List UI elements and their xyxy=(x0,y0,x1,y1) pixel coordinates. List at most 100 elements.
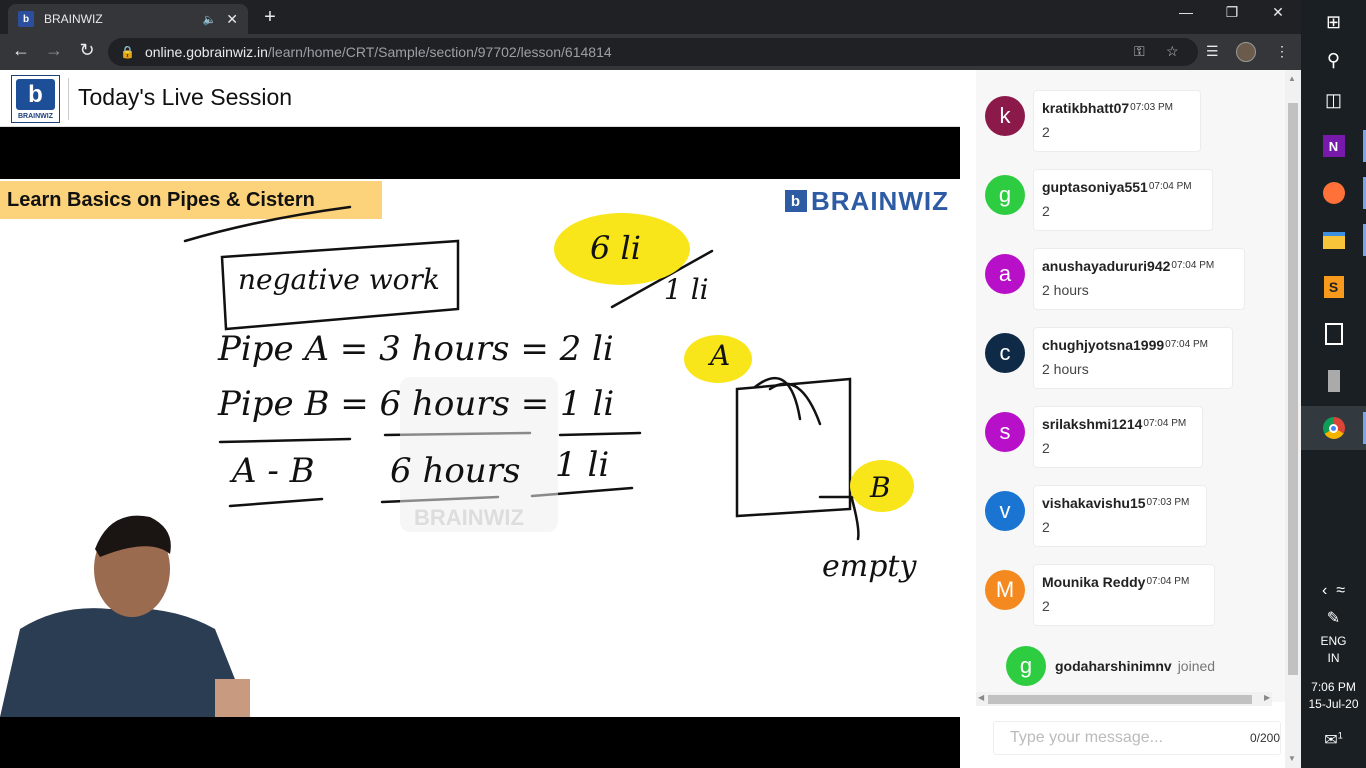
message-bubble: anushayadururi94207:04 PM 2 hours xyxy=(1033,248,1245,310)
browser-tab[interactable]: b BRAINWIZ 🔈 ✕ xyxy=(8,4,248,34)
file-explorer-icon[interactable] xyxy=(1301,218,1366,262)
note-tank-b: B xyxy=(870,471,891,504)
menu-dots-icon[interactable]: ⋮ xyxy=(1275,43,1289,60)
scroll-left-icon[interactable]: ◀ xyxy=(978,693,984,702)
language-indicator-2[interactable]: IN xyxy=(1301,651,1366,665)
url-host: online.gobrainwiz.in xyxy=(144,44,268,60)
scroll-up-icon[interactable]: ▲ xyxy=(1288,74,1296,83)
chat-message: g guptasoniya55107:04 PM 2 xyxy=(976,169,1276,235)
sublime-icon[interactable]: S xyxy=(1301,265,1366,309)
scroll-thumb[interactable] xyxy=(1288,103,1298,675)
char-counter: 0/200 xyxy=(1250,731,1281,745)
avatar: g xyxy=(1006,646,1046,686)
message-text: 2 hours xyxy=(1042,282,1089,298)
chat-message: k kratikbhatt0707:03 PM 2 xyxy=(976,90,1276,156)
chrome-glyph xyxy=(1322,417,1345,439)
search-icon[interactable]: ⚲ xyxy=(1301,38,1366,82)
browser-tabbar: b BRAINWIZ 🔈 ✕ + — ❐ ✕ xyxy=(0,0,1301,34)
usb-drive-icon[interactable] xyxy=(1301,359,1366,403)
close-tab-icon[interactable]: ✕ xyxy=(226,11,238,28)
pen-icon[interactable]: ✎ xyxy=(1301,608,1366,628)
chat-message-input[interactable] xyxy=(993,721,1281,755)
url-path: /learn/home/CRT/Sample/section/97702/les… xyxy=(267,44,612,60)
firefox-glyph xyxy=(1322,182,1345,204)
page-title: Today's Live Session xyxy=(78,84,293,110)
message-bubble: kratikbhatt0707:03 PM 2 xyxy=(1033,90,1201,152)
live-video-player[interactable]: Learn Basics on Pipes & Cistern b BRAINW… xyxy=(0,127,960,768)
message-username: chughjyotsna1999 xyxy=(1042,337,1165,353)
watermark-text: BRAINWIZ xyxy=(414,505,524,530)
close-window-button[interactable]: ✕ xyxy=(1263,4,1293,21)
tab-title: BRAINWIZ xyxy=(44,12,103,26)
chat-messages[interactable]: g godaharshinimnv joined k kratikbhatt070… xyxy=(976,70,1288,702)
message-time: 07:04 PM xyxy=(1148,181,1192,192)
reload-icon[interactable]: ↻ xyxy=(75,40,99,61)
bookmark-star-icon[interactable]: ☆ xyxy=(1166,43,1179,60)
avatar: s xyxy=(985,412,1025,452)
media-control-icon[interactable]: ☰ xyxy=(1206,43,1219,60)
message-time: 07:04 PM xyxy=(1171,260,1215,271)
speaker-icon[interactable]: 🔈 xyxy=(203,13,217,26)
logo-mark: b xyxy=(16,79,55,110)
chat-horizontal-scrollbar[interactable]: ◀ ▶ xyxy=(976,692,1272,706)
show-hidden-icons-icon[interactable]: ‹ ≈ xyxy=(1301,582,1366,600)
note-cloud-under: 1 li xyxy=(664,273,709,306)
avatar: k xyxy=(985,96,1025,136)
scroll-down-icon[interactable]: ▼ xyxy=(1288,754,1296,763)
maximize-button[interactable]: ❐ xyxy=(1217,4,1247,21)
scroll-right-icon[interactable]: ▶ xyxy=(1264,693,1270,702)
onenote-icon[interactable]: N xyxy=(1301,124,1366,168)
message-text: 2 xyxy=(1042,598,1050,614)
page-vertical-scrollbar[interactable]: ▲ ▼ xyxy=(1285,70,1301,768)
chat-message: v vishakavishu1507:03 PM 2 xyxy=(976,485,1276,551)
message-bubble: guptasoniya55107:04 PM 2 xyxy=(1033,169,1213,231)
message-header: anushayadururi94207:04 PM xyxy=(1042,258,1236,276)
clock-date[interactable]: 15-Jul-20 xyxy=(1301,697,1366,711)
brainwiz-logo[interactable]: b BRAINWIZ xyxy=(11,75,60,123)
avatar: g xyxy=(985,175,1025,215)
back-icon[interactable]: ← xyxy=(9,40,33,61)
minimize-button[interactable]: — xyxy=(1171,4,1201,20)
language-indicator-1[interactable]: ENG xyxy=(1301,634,1366,648)
message-time: 07:04 PM xyxy=(1143,418,1187,429)
new-tab-button[interactable]: + xyxy=(258,6,282,29)
sublime-glyph: S xyxy=(1323,276,1344,298)
join-notice: g godaharshinimnv joined xyxy=(1006,646,1215,686)
message-username: anushayadururi942 xyxy=(1042,258,1171,274)
message-username: kratikbhatt07 xyxy=(1042,100,1130,116)
avatar: v xyxy=(985,491,1025,531)
clock-time[interactable]: 7:06 PM xyxy=(1301,680,1366,694)
note-cloud: 6 li xyxy=(590,229,641,267)
note-empty: empty xyxy=(822,549,917,584)
firefox-icon[interactable] xyxy=(1301,171,1366,215)
message-text: 2 hours xyxy=(1042,361,1089,377)
scroll-thumb[interactable] xyxy=(988,695,1252,704)
chrome-icon[interactable] xyxy=(1301,406,1366,450)
task-view-icon[interactable]: ◫ xyxy=(1301,78,1366,122)
forward-icon[interactable]: → xyxy=(42,40,66,61)
calculator-icon[interactable] xyxy=(1301,312,1366,356)
windows-taskbar: ⊞ ⚲ ◫ N S ‹ ≈ ✎ ENG IN 7:06 PM 15-Jul-20… xyxy=(1301,0,1366,768)
note-tank-a: A xyxy=(710,339,731,372)
join-verb: joined xyxy=(1177,658,1216,674)
calculator-glyph xyxy=(1324,323,1343,345)
whiteboard: Learn Basics on Pipes & Cistern b BRAINW… xyxy=(0,179,960,717)
chat-message: M Mounika Reddy07:04 PM 2 xyxy=(976,564,1276,630)
notification-icon[interactable]: ✉1 xyxy=(1301,730,1366,750)
avatar: c xyxy=(985,333,1025,373)
favicon: b xyxy=(18,11,34,27)
chat-panel: g godaharshinimnv joined k kratikbhatt070… xyxy=(960,70,1301,768)
message-header: kratikbhatt0707:03 PM xyxy=(1042,100,1192,118)
profile-avatar[interactable] xyxy=(1236,42,1256,62)
lock-icon[interactable]: 🔒 xyxy=(120,45,135,59)
presenter-video xyxy=(0,515,250,717)
note-line-3a: A - B xyxy=(232,451,315,491)
folder-glyph xyxy=(1322,231,1345,249)
message-header: chughjyotsna199907:04 PM xyxy=(1042,337,1224,355)
key-icon[interactable]: ⚿ xyxy=(1134,43,1145,60)
message-username: vishakavishu15 xyxy=(1042,495,1146,511)
note-line-1: Pipe A = 3 hours = 2 li xyxy=(218,329,614,369)
message-bubble: srilakshmi121407:04 PM 2 xyxy=(1033,406,1203,468)
chat-message: c chughjyotsna199907:04 PM 2 hours xyxy=(976,327,1276,393)
address-bar[interactable]: 🔒 online.gobrainwiz.in/learn/home/CRT/Sa… xyxy=(108,38,1198,66)
